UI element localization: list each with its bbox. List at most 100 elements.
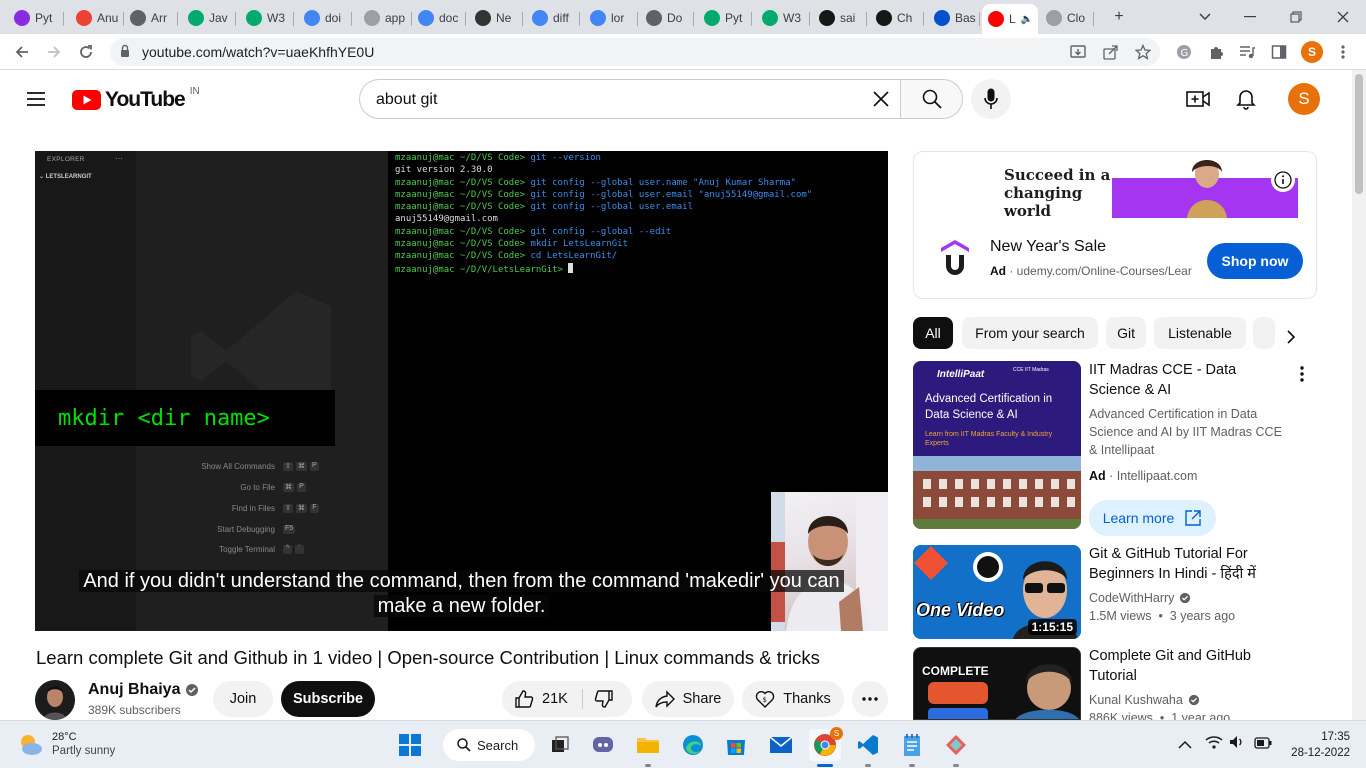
search-button[interactable] bbox=[900, 79, 963, 119]
back-button[interactable] bbox=[10, 40, 34, 64]
filter-chip[interactable]: Git bbox=[1106, 317, 1146, 349]
ad-info-icon[interactable] bbox=[1271, 168, 1295, 192]
recommendation-menu-icon[interactable] bbox=[1292, 364, 1312, 384]
channel-avatar[interactable] bbox=[35, 680, 75, 720]
browser-tab[interactable]: Ch bbox=[870, 4, 924, 32]
minimize-button[interactable] bbox=[1238, 6, 1262, 28]
sponsored-ad-card[interactable]: Succeed in a changing world New Year's S… bbox=[913, 151, 1317, 299]
browser-tab[interactable]: sai bbox=[813, 4, 867, 32]
browser-tab[interactable]: Pyt bbox=[8, 4, 64, 32]
volume-icon[interactable] bbox=[1229, 735, 1245, 754]
recommendation-title[interactable]: IIT Madras CCE - Data Science & AI bbox=[1089, 360, 1289, 400]
browser-tab[interactable]: Anu bbox=[70, 4, 124, 32]
ad-title[interactable]: New Year's Sale bbox=[990, 238, 1106, 256]
join-button[interactable]: Join bbox=[213, 681, 273, 717]
browser-tab[interactable]: app bbox=[358, 4, 412, 32]
windows-start-icon[interactable] bbox=[394, 729, 426, 761]
create-video-button[interactable] bbox=[1178, 79, 1218, 119]
video-player[interactable]: EXPLORER ··· ⌄ LETSLEARNGIT mzaanuj@mac … bbox=[35, 151, 888, 631]
ad-banner[interactable] bbox=[1112, 152, 1298, 218]
share-button[interactable]: Share bbox=[642, 681, 734, 717]
browser-tab[interactable]: Ne bbox=[469, 4, 523, 32]
side-panel-icon[interactable] bbox=[1269, 42, 1289, 62]
restore-button[interactable] bbox=[1284, 6, 1308, 28]
weather-widget[interactable]: 28°C Partly sunny bbox=[16, 730, 115, 758]
reload-button[interactable] bbox=[74, 40, 98, 64]
page-scrollbar[interactable] bbox=[1352, 70, 1366, 720]
snipping-tool-icon[interactable] bbox=[940, 729, 972, 761]
browser-tab[interactable]: Bas bbox=[928, 4, 980, 32]
file-explorer-icon[interactable] bbox=[632, 729, 664, 761]
forward-button[interactable] bbox=[42, 40, 66, 64]
chips-next-button[interactable] bbox=[1279, 325, 1303, 349]
system-clock[interactable]: 17:35 28-12-2022 bbox=[1290, 729, 1350, 761]
thanks-button[interactable]: $ Thanks bbox=[742, 681, 844, 717]
browser-tab[interactable]: Jav bbox=[182, 4, 236, 32]
microsoft-store-icon[interactable] bbox=[720, 729, 752, 761]
browser-tab[interactable]: Pyt bbox=[698, 4, 752, 32]
filter-chip[interactable]: From your search bbox=[962, 317, 1098, 349]
browser-tab[interactable]: L🔈✕ bbox=[982, 4, 1038, 34]
recommendation-channel-row[interactable]: Kunal Kushwaha bbox=[1089, 691, 1200, 709]
taskbar-search[interactable]: Search bbox=[443, 729, 535, 761]
recommendation-channel-row[interactable]: CodeWithHarry bbox=[1089, 589, 1191, 607]
browser-tab[interactable]: Do bbox=[640, 4, 694, 32]
browser-tab[interactable]: doc bbox=[412, 4, 466, 32]
browser-tab[interactable]: diff bbox=[526, 4, 580, 32]
learn-more-button[interactable]: Learn more bbox=[1089, 500, 1216, 536]
notifications-button[interactable] bbox=[1226, 79, 1266, 119]
browser-tab[interactable]: Arr bbox=[124, 4, 178, 32]
recommendation-channel[interactable]: Kunal Kushwaha bbox=[1089, 691, 1183, 709]
vscode-taskbar-icon[interactable] bbox=[852, 729, 884, 761]
scrollbar-thumb[interactable] bbox=[1355, 74, 1363, 194]
grammarly-extension-icon[interactable]: G bbox=[1174, 42, 1194, 62]
bookmark-star-icon[interactable] bbox=[1133, 42, 1153, 62]
new-tab-button[interactable]: + bbox=[1107, 6, 1131, 28]
browser-tab[interactable]: doi bbox=[298, 4, 352, 32]
channel-name-row[interactable]: Anuj Bhaiya bbox=[88, 681, 199, 699]
notepad-icon[interactable] bbox=[896, 729, 928, 761]
address-bar[interactable]: youtube.com/watch?v=uaeKhfhYE0U bbox=[110, 38, 1160, 66]
browser-tab[interactable]: W3 bbox=[756, 4, 810, 32]
browser-tab[interactable]: W3 bbox=[240, 4, 294, 32]
guide-menu-icon[interactable] bbox=[16, 79, 56, 119]
close-window-button[interactable] bbox=[1331, 6, 1355, 28]
wifi-icon[interactable] bbox=[1205, 735, 1223, 754]
search-input[interactable]: about git bbox=[359, 79, 900, 119]
edge-browser-icon[interactable] bbox=[677, 729, 709, 761]
filter-chip-overflow[interactable] bbox=[1253, 317, 1275, 349]
clear-search-icon[interactable] bbox=[872, 90, 890, 113]
channel-name[interactable]: Anuj Bhaiya bbox=[88, 681, 180, 699]
filter-chip[interactable]: All bbox=[913, 317, 953, 349]
chrome-menu-icon[interactable] bbox=[1333, 42, 1353, 62]
teams-chat-icon[interactable] bbox=[587, 729, 619, 761]
recommendation-thumbnail[interactable]: IntelliPaat CCE IIT Madras Advanced Cert… bbox=[913, 361, 1081, 529]
recommendation-title[interactable]: Git & GitHub Tutorial For Beginners In H… bbox=[1089, 544, 1289, 584]
browser-tab[interactable]: lor bbox=[584, 4, 638, 32]
recommendation-channel[interactable]: CodeWithHarry bbox=[1089, 589, 1174, 607]
show-hidden-icons-icon[interactable] bbox=[1178, 737, 1192, 755]
more-actions-button[interactable] bbox=[852, 681, 888, 717]
browser-tab[interactable]: Clo bbox=[1040, 4, 1094, 32]
filter-chip[interactable]: Listenable bbox=[1154, 317, 1246, 349]
voice-search-button[interactable] bbox=[971, 79, 1011, 119]
lock-icon[interactable] bbox=[120, 44, 130, 58]
subscribe-button[interactable]: Subscribe bbox=[281, 681, 375, 717]
tab-audio-icon[interactable]: 🔈 bbox=[1021, 14, 1033, 25]
recommendation-thumbnail[interactable]: One Video 1:15:15 bbox=[913, 545, 1081, 639]
battery-icon[interactable] bbox=[1254, 736, 1272, 754]
account-avatar[interactable]: S bbox=[1288, 83, 1320, 115]
media-controls-icon[interactable] bbox=[1237, 42, 1257, 62]
share-icon[interactable] bbox=[1101, 42, 1121, 62]
browser-profile-avatar[interactable]: S bbox=[1301, 41, 1323, 63]
recommendation-title[interactable]: Complete Git and GitHub Tutorial bbox=[1089, 646, 1289, 686]
shop-now-button[interactable]: Shop now bbox=[1207, 243, 1303, 279]
like-button[interactable]: 21K bbox=[514, 689, 568, 709]
mail-icon[interactable] bbox=[765, 729, 797, 761]
install-app-icon[interactable] bbox=[1068, 42, 1088, 62]
dislike-button[interactable] bbox=[594, 689, 614, 713]
recommendation-thumbnail[interactable]: COMPLETE bbox=[913, 647, 1081, 720]
youtube-logo[interactable]: YouTube IN bbox=[72, 86, 200, 112]
tab-search-icon[interactable] bbox=[1193, 6, 1217, 28]
extensions-puzzle-icon[interactable] bbox=[1206, 42, 1226, 62]
